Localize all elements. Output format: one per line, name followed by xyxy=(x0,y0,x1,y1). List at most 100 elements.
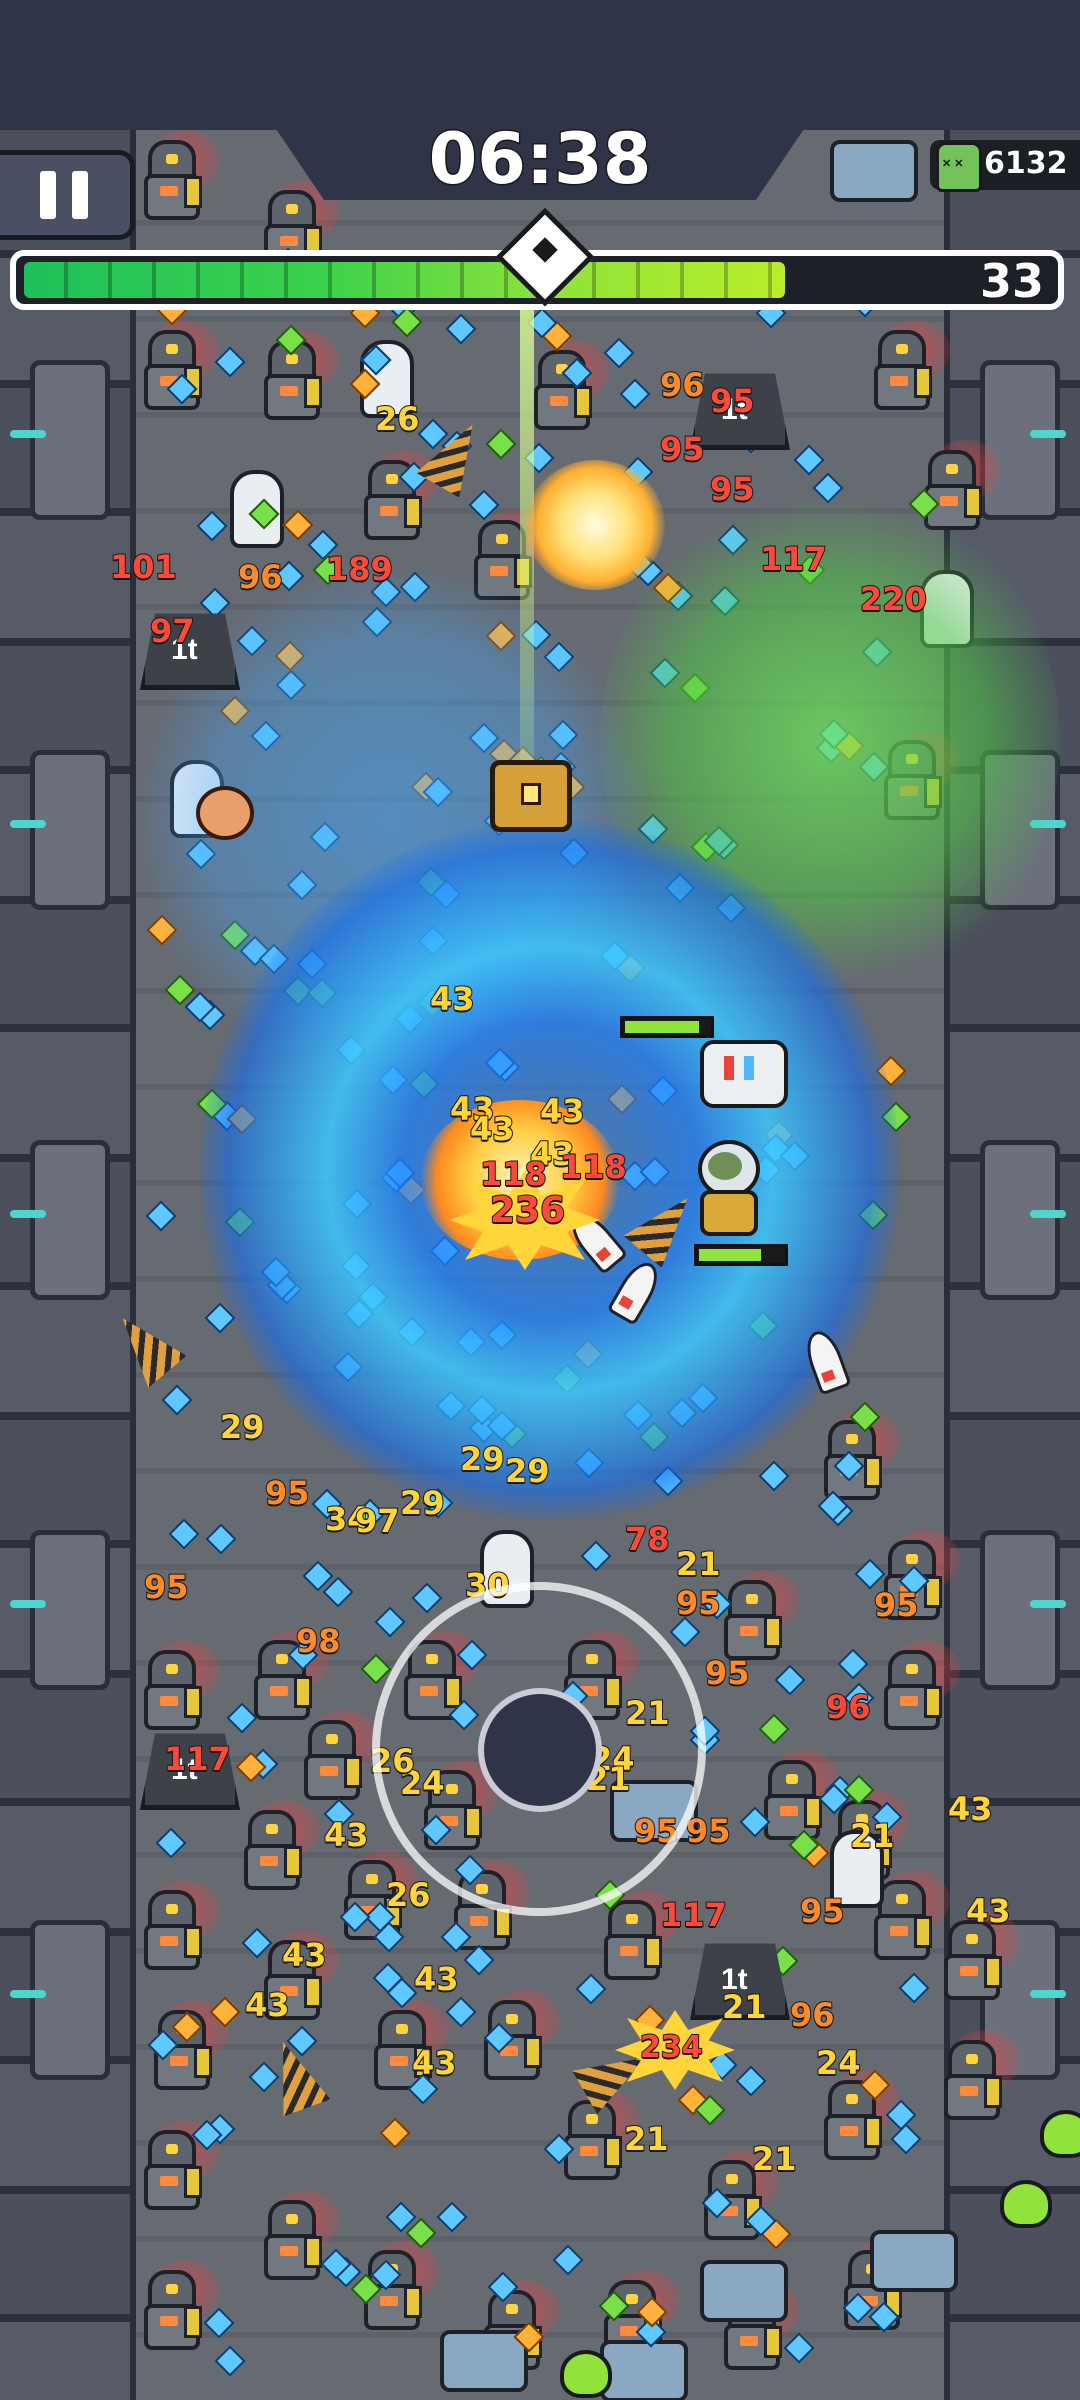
damage-number: 78 xyxy=(624,1519,671,1559)
player-suit xyxy=(700,1190,758,1236)
robot-core xyxy=(260,1856,278,1866)
robot-eye xyxy=(906,1554,918,1564)
robot-pack xyxy=(304,376,322,408)
robot-eye xyxy=(166,344,178,354)
virtual-joystick-knob[interactable] xyxy=(478,1688,602,1812)
kill-count: 6132 xyxy=(984,146,1068,181)
survival-timer: 06:38 xyxy=(427,117,653,202)
damage-number: 97 xyxy=(149,611,196,651)
robot-eye xyxy=(276,1654,288,1664)
experience-fill xyxy=(24,262,785,298)
robot-pack xyxy=(194,2046,212,2078)
robot-enemy xyxy=(870,330,932,410)
damage-number: 21 xyxy=(675,1544,722,1584)
treasure-chest-icon xyxy=(490,760,572,832)
robot-eye xyxy=(366,1874,378,1884)
robot-pack xyxy=(574,386,592,418)
game-stage[interactable]: 1t 1t 1t 1t 26 96 95 95 95 101 96 189 117 220 97 43… xyxy=(0,0,1080,2400)
robot-pack xyxy=(404,496,422,528)
robot-enemy xyxy=(140,1650,202,1730)
damage-number: 43 xyxy=(323,1815,370,1855)
damage-number: 43 xyxy=(411,2043,458,2083)
robot-pack xyxy=(924,1686,942,1718)
slime-enemy xyxy=(560,2350,612,2398)
damage-number: 95 xyxy=(873,1585,920,1625)
damage-number: 95 xyxy=(799,1891,846,1931)
damage-number: 220 xyxy=(859,579,928,619)
robot-enemy xyxy=(720,1580,782,1660)
robot-enemy xyxy=(560,2100,622,2180)
robot-eye xyxy=(906,1664,918,1674)
damage-number: 96 xyxy=(789,1995,836,2035)
status-bar-area xyxy=(0,0,1080,130)
robot-core xyxy=(890,1926,908,1936)
damage-number: 43 xyxy=(429,979,476,1019)
robot-pack xyxy=(864,1456,882,1488)
robot-pack xyxy=(764,2326,782,2358)
slime-enemy xyxy=(1000,2180,1052,2228)
damage-number: 43 xyxy=(281,1935,328,1975)
robot-eye xyxy=(286,354,298,364)
damage-number: 24 xyxy=(815,2043,862,2083)
damage-number: 95 xyxy=(143,1567,190,1607)
robot-pack xyxy=(984,1956,1002,1988)
robot-eye xyxy=(946,464,958,474)
wall-light xyxy=(10,820,46,828)
companion-health-bar xyxy=(620,1016,714,1038)
robot-eye xyxy=(166,2284,178,2294)
robot-pack xyxy=(294,1676,312,1708)
wall-light xyxy=(10,1600,46,1608)
robot-eye xyxy=(166,1904,178,1914)
robot-enemy xyxy=(880,1650,942,1730)
robot-pack xyxy=(864,2116,882,2148)
robot-eye xyxy=(896,1894,908,1904)
companion-drone xyxy=(700,1040,788,1108)
robot-pack xyxy=(644,1936,662,1968)
robot-pack xyxy=(284,1846,302,1878)
robot-core xyxy=(780,1806,798,1816)
robot-eye xyxy=(166,1664,178,1674)
tank-enemy xyxy=(870,2230,958,2292)
robot-core xyxy=(280,2246,298,2256)
robot-eye xyxy=(846,1434,858,1444)
robot-enemy xyxy=(140,2130,202,2210)
robot-core xyxy=(280,236,298,246)
robot-core xyxy=(490,566,508,576)
robot-eye xyxy=(286,2214,298,2224)
robot-enemy xyxy=(940,2040,1002,2120)
wall-light xyxy=(10,1990,46,1998)
damage-number: 43 xyxy=(539,1091,586,1131)
robot-eye xyxy=(626,2294,638,2304)
crit-damage-number: 236 xyxy=(489,1189,566,1232)
damage-number: 43 xyxy=(244,1985,291,2025)
companion-health-fill xyxy=(625,1021,699,1033)
wall-panel xyxy=(980,1140,1060,1300)
explosion-effect xyxy=(525,460,665,590)
wall-panel xyxy=(980,1530,1060,1690)
damage-number: 21 xyxy=(751,2139,798,2179)
crit-damage-number: 234 xyxy=(639,2029,704,2066)
robot-core xyxy=(900,1696,918,1706)
robot-eye xyxy=(966,1934,978,1944)
damage-number: 29 xyxy=(399,1483,446,1523)
robot-eye xyxy=(166,2144,178,2154)
robot-eye xyxy=(966,2054,978,2064)
pause-icon xyxy=(72,171,88,219)
damage-number: 101 xyxy=(109,547,178,587)
robot-core xyxy=(270,1686,288,1696)
damage-number: 118 xyxy=(479,1154,548,1194)
wall-light xyxy=(1030,1990,1066,1998)
robot-core xyxy=(160,2176,178,2186)
pause-button[interactable] xyxy=(0,150,135,240)
robot-pack xyxy=(764,1616,782,1648)
damage-number: 43 xyxy=(413,1959,460,1999)
wall-light xyxy=(1030,1600,1066,1608)
damage-number: 117 xyxy=(163,1739,232,1779)
damage-number: 117 xyxy=(659,1895,728,1935)
damage-number: 95 xyxy=(264,1473,311,1513)
robot-pack xyxy=(184,1686,202,1718)
damage-number: 29 xyxy=(459,1439,506,1479)
robot-core xyxy=(840,2126,858,2136)
robot-core xyxy=(620,1946,638,1956)
robot-core xyxy=(470,1916,488,1926)
